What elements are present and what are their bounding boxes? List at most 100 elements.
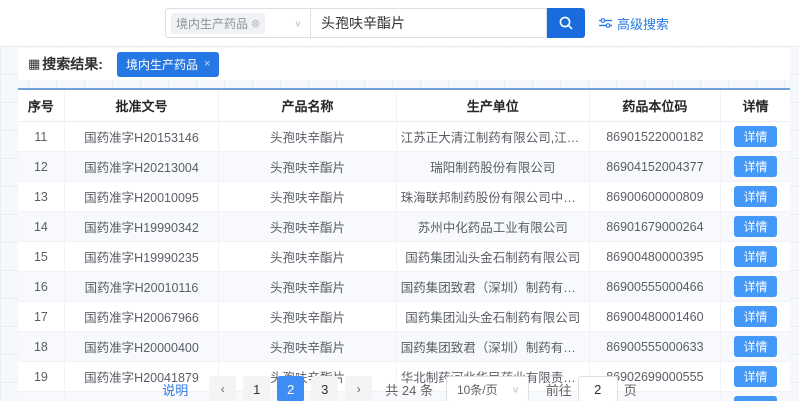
cell-product: 头孢呋辛酯片 (219, 212, 397, 242)
results-table: 序号 批准文号 产品名称 生产单位 药品本位码 详情 11国药准字H201531… (18, 90, 790, 401)
detail-button[interactable]: 详情 (734, 156, 776, 177)
header-manufacturer: 生产单位 (396, 90, 589, 122)
cell-no: 15 (18, 242, 64, 272)
cell-product: 头孢呋辛酯片 (219, 272, 397, 302)
cell-code: 86904152004377 (589, 152, 720, 182)
note-link[interactable]: 说明 (162, 380, 188, 399)
detail-button[interactable]: 详情 (734, 186, 776, 207)
cell-manufacturer: 国药集团汕头金石制药有限公司 (396, 242, 589, 272)
table-row: 12国药准字H20213004头孢呋辛酯片瑞阳制药股份有限公司869041520… (18, 152, 790, 182)
cell-product: 头孢呋辛酯片 (219, 332, 397, 362)
header-product: 产品名称 (219, 90, 397, 122)
cell-manufacturer: 国药集团汕头金石制药有限公司 (396, 302, 589, 332)
page-button-2[interactable]: 2 (277, 376, 304, 401)
cell-approval: 国药准字H20010095 (64, 182, 218, 212)
topbar: 境内生产药品 ⊗ ∨ 高级搜索 (0, 0, 799, 46)
category-select[interactable]: 境内生产药品 ⊗ ∨ (165, 8, 311, 38)
content-area: NMPA NMPA NMPA ▦ 搜索结果: 境内生产药品 × 序号 批准文号 … (0, 46, 799, 401)
category-filter-tag-label: 境内生产药品 (176, 15, 248, 32)
cell-product: 头孢呋辛酯片 (219, 182, 397, 212)
cell-approval: 国药准字H19990342 (64, 212, 218, 242)
header-approval: 批准文号 (64, 90, 218, 122)
goto-prefix-label: 前往 (546, 380, 572, 399)
header-no: 序号 (18, 90, 64, 122)
cell-approval: 国药准字H20010116 (64, 272, 218, 302)
goto-page-input[interactable] (578, 376, 618, 401)
cell-manufacturer: 瑞阳制药股份有限公司 (396, 152, 589, 182)
cell-no: 17 (18, 302, 64, 332)
category-filter-tag[interactable]: 境内生产药品 ⊗ (171, 13, 265, 34)
search-button[interactable] (547, 8, 585, 38)
results-bar: ▦ 搜索结果: 境内生产药品 × (18, 48, 790, 80)
cell-manufacturer: 苏州中化药品工业有限公司 (396, 212, 589, 242)
cell-product: 头孢呋辛酯片 (219, 242, 397, 272)
cell-approval: 国药准字H20153146 (64, 122, 218, 152)
cell-product: 头孢呋辛酯片 (219, 302, 397, 332)
cell-detail: 详情 (720, 212, 790, 242)
table-row: 11国药准字H20153146头孢呋辛酯片江苏正大清江制药有限公司,江苏...8… (18, 122, 790, 152)
cell-no: 13 (18, 182, 64, 212)
prev-page-button[interactable]: ‹ (209, 376, 236, 401)
tag-remove-icon[interactable]: ⊗ (251, 17, 260, 30)
detail-button[interactable]: 详情 (734, 126, 776, 147)
cell-no: 16 (18, 272, 64, 302)
detail-button[interactable]: 详情 (734, 306, 776, 327)
page-button-1[interactable]: 1 (243, 376, 270, 401)
table-row: 15国药准字H19990235头孢呋辛酯片国药集团汕头金石制药有限公司86900… (18, 242, 790, 272)
active-filter-tag[interactable]: 境内生产药品 × (117, 52, 219, 77)
cell-product: 头孢呋辛酯片 (219, 122, 397, 152)
header-detail: 详情 (720, 90, 790, 122)
goto-page: 前往 页 (546, 376, 637, 401)
cell-no: 18 (18, 332, 64, 362)
cell-approval: 国药准字H20213004 (64, 152, 218, 182)
table-row: 16国药准字H20010116头孢呋辛酯片国药集团致君（深圳）制药有限公...8… (18, 272, 790, 302)
cell-code: 86900480001460 (589, 302, 720, 332)
cell-detail: 详情 (720, 332, 790, 362)
detail-button[interactable]: 详情 (734, 216, 776, 237)
search-icon (558, 15, 574, 31)
advanced-search-link[interactable]: 高级搜索 (599, 14, 669, 33)
page-number-buttons: 123 (243, 376, 338, 401)
pagination: 说明 ‹ 123 › 共 24 条 10条/页 ∨ 前往 页 (0, 376, 799, 401)
cell-detail: 详情 (720, 182, 790, 212)
goto-suffix-label: 页 (624, 380, 637, 399)
advanced-search-label: 高级搜索 (617, 14, 669, 33)
results-label-text: 搜索结果: (42, 54, 103, 74)
table-row: 14国药准字H19990342头孢呋辛酯片苏州中化药品工业有限公司8690167… (18, 212, 790, 242)
cell-code: 86900600000809 (589, 182, 720, 212)
cell-manufacturer: 珠海联邦制药股份有限公司中山分... (396, 182, 589, 212)
cell-manufacturer: 国药集团致君（深圳）制药有限公... (396, 272, 589, 302)
detail-button[interactable]: 详情 (734, 246, 776, 267)
cell-code: 86900555000633 (589, 332, 720, 362)
detail-button[interactable]: 详情 (734, 336, 776, 357)
search-input[interactable] (311, 8, 547, 38)
page-button-3[interactable]: 3 (311, 376, 338, 401)
total-count-label: 共 24 条 (385, 380, 433, 399)
filter-sliders-icon (599, 17, 612, 29)
page-size-select[interactable]: 10条/页 ∨ (446, 376, 529, 401)
chevron-down-icon: ∨ (512, 384, 520, 394)
cell-manufacturer: 国药集团致君（深圳）制药有限公... (396, 332, 589, 362)
cell-code: 86901679000264 (589, 212, 720, 242)
detail-button[interactable]: 详情 (734, 276, 776, 297)
cell-no: 11 (18, 122, 64, 152)
cell-code: 86900555000466 (589, 272, 720, 302)
cell-product: 头孢呋辛酯片 (219, 152, 397, 182)
cell-detail: 详情 (720, 272, 790, 302)
next-page-button[interactable]: › (345, 376, 372, 401)
cell-detail: 详情 (720, 122, 790, 152)
search-group: 境内生产药品 ⊗ ∨ 高级搜索 (165, 8, 669, 38)
table-header-row: 序号 批准文号 产品名称 生产单位 药品本位码 详情 (18, 90, 790, 122)
table-row: 13国药准字H20010095头孢呋辛酯片珠海联邦制药股份有限公司中山分...8… (18, 182, 790, 212)
results-table-card: 序号 批准文号 产品名称 生产单位 药品本位码 详情 11国药准字H201531… (18, 88, 790, 401)
table-row: 18国药准字H20000400头孢呋辛酯片国药集团致君（深圳）制药有限公...8… (18, 332, 790, 362)
results-label: ▦ 搜索结果: (28, 54, 103, 74)
page-size-value: 10条/页 (457, 381, 498, 398)
results-table-body: 11国药准字H20153146头孢呋辛酯片江苏正大清江制药有限公司,江苏...8… (18, 122, 790, 401)
cell-code: 86900480000395 (589, 242, 720, 272)
active-filter-tag-label: 境内生产药品 (126, 56, 198, 73)
close-icon[interactable]: × (204, 58, 210, 70)
cell-approval: 国药准字H19990235 (64, 242, 218, 272)
chevron-down-icon: ∨ (294, 18, 302, 28)
header-code: 药品本位码 (589, 90, 720, 122)
